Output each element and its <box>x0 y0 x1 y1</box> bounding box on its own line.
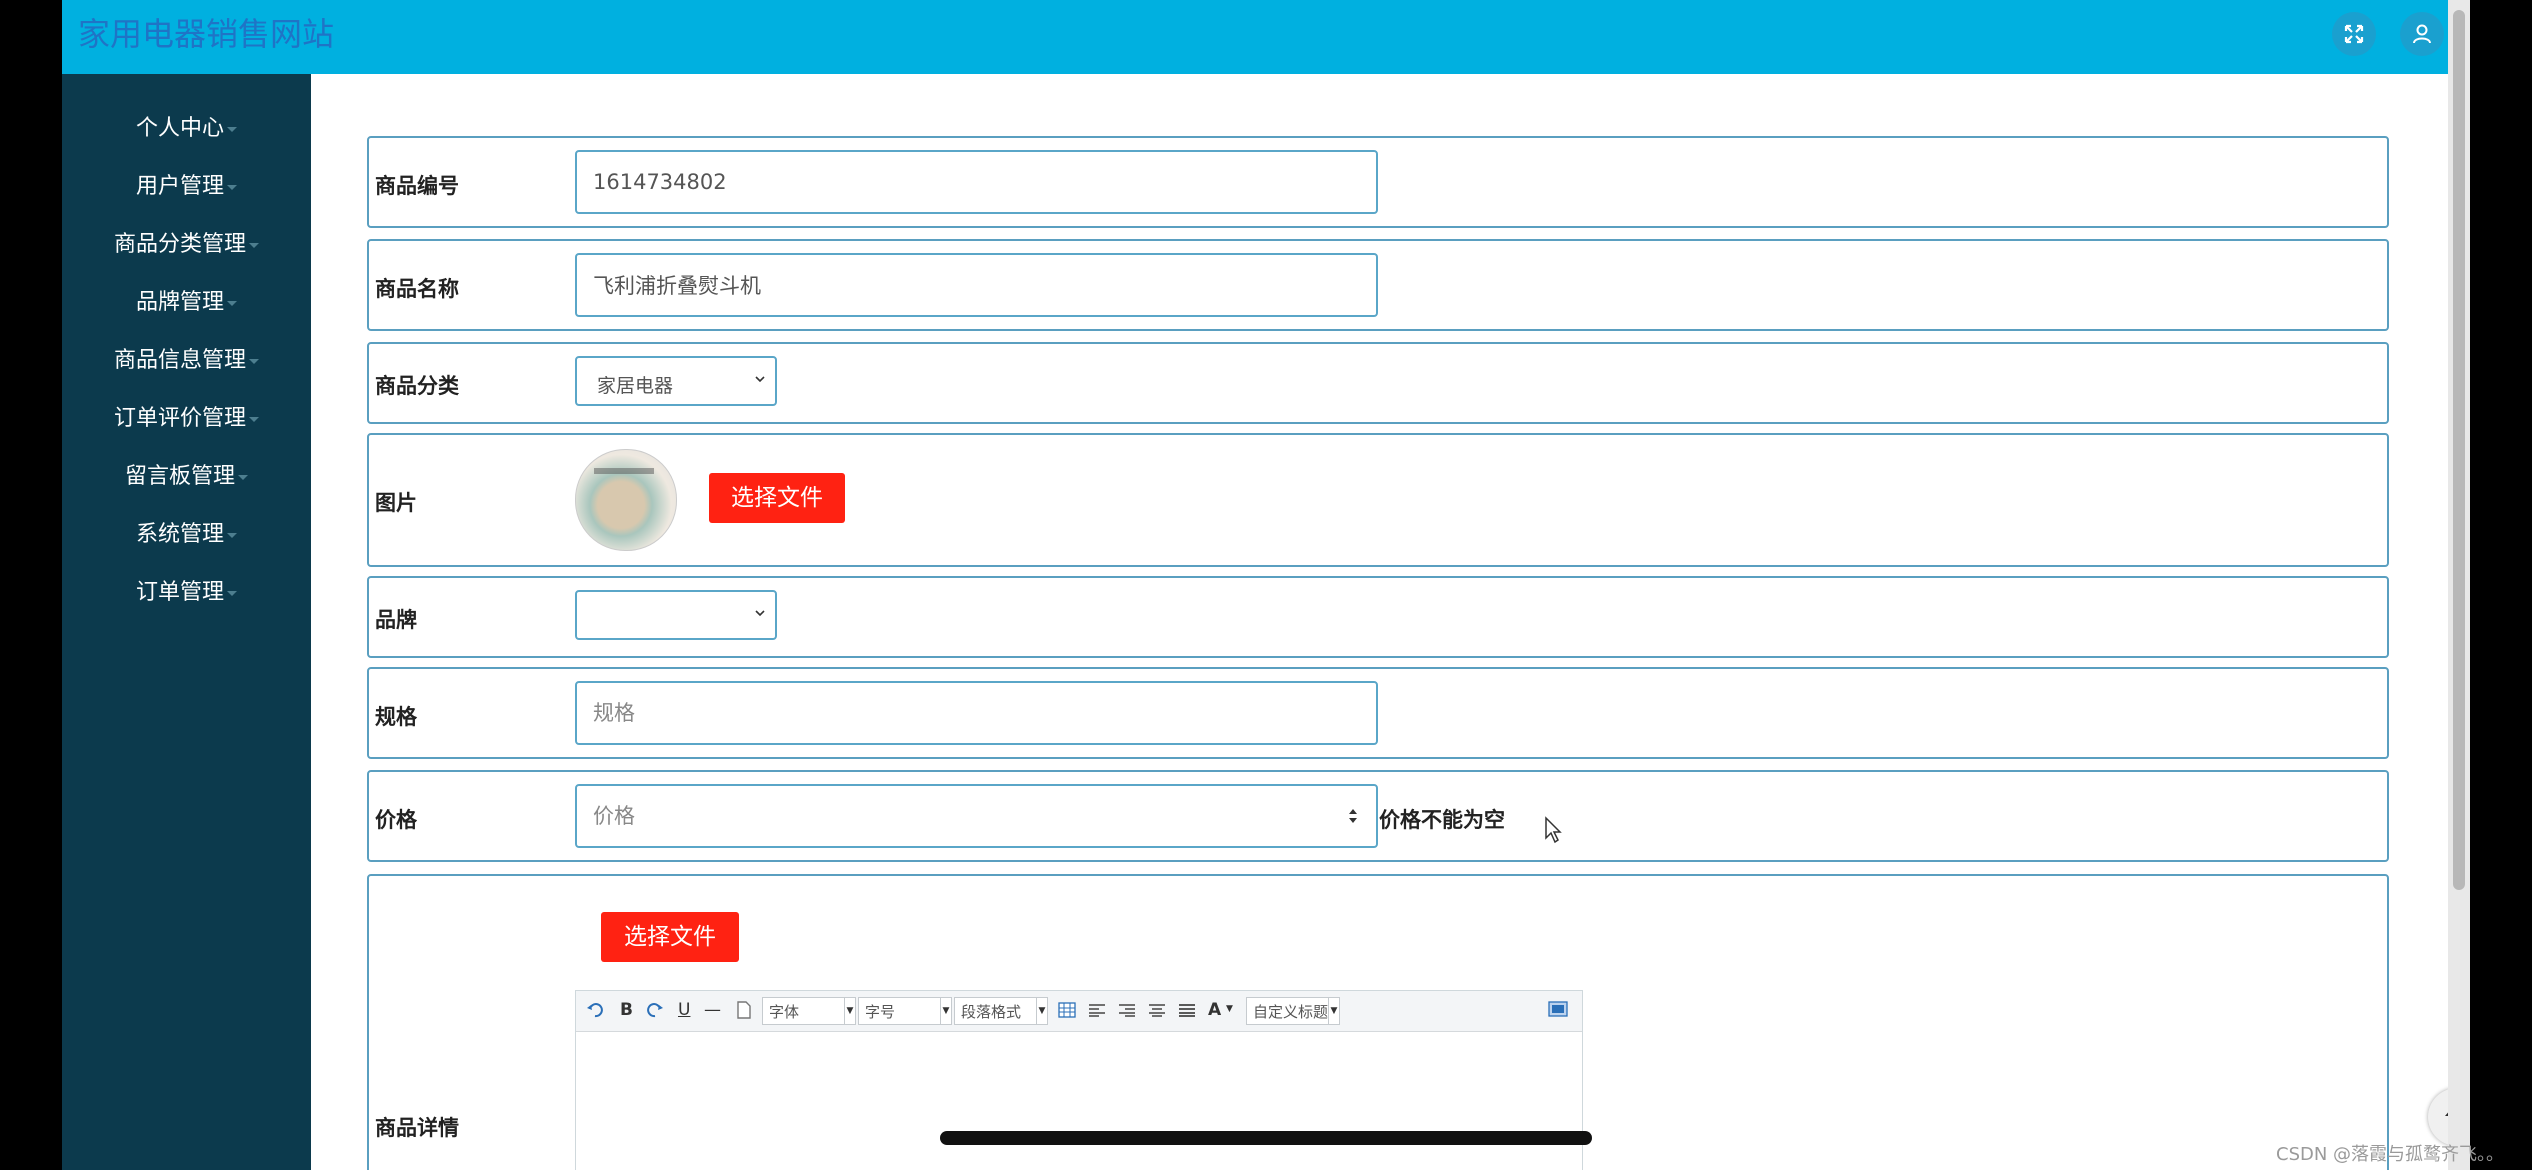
sidebar-item-label: 品牌管理 <box>135 290 224 315</box>
caret-down-icon <box>249 358 259 364</box>
sidebar-item-category-management[interactable]: 商品分类管理 <box>62 220 311 270</box>
paragraph-format-label: 段落格式 <box>961 1003 1022 1021</box>
sidebar-item-system-management[interactable]: 系统管理 <box>62 510 311 560</box>
choose-image-file-button[interactable]: 选择文件 <box>709 473 845 523</box>
sidebar-item-review-management[interactable]: 订单评价管理 <box>62 394 311 444</box>
mouse-cursor-icon <box>1545 816 1562 844</box>
home-indicator-bar <box>940 1131 1592 1145</box>
sidebar-item-label: 商品分类管理 <box>113 232 246 257</box>
dropdown-arrow-icon: ▼ <box>940 998 951 1024</box>
brand-select[interactable] <box>575 590 777 640</box>
caret-down-icon <box>227 300 237 306</box>
user-icon[interactable] <box>2400 12 2444 56</box>
image-label: 图片 <box>375 491 417 515</box>
sidebar-item-label: 订单评价管理 <box>113 406 246 431</box>
caret-down-icon <box>238 474 248 480</box>
sidebar-item-label: 个人中心 <box>135 116 224 141</box>
font-family-select[interactable]: 字体 ▼ <box>762 997 856 1025</box>
form-row-image: 图片 选择文件 <box>367 433 2389 567</box>
vertical-scrollbar[interactable] <box>2448 0 2470 1170</box>
sidebar: 个人中心 用户管理 商品分类管理 品牌管理 商品信息管理 订单评价管理 留言板管… <box>62 74 311 1170</box>
product-image-thumbnail <box>575 449 677 551</box>
sidebar-item-brand-management[interactable]: 品牌管理 <box>62 278 311 328</box>
product-name-input[interactable] <box>575 253 1378 317</box>
watermark-text: CSDN @落霞与孤鹜齐飞。。 <box>2276 1144 2505 1165</box>
sidebar-item-label: 商品信息管理 <box>113 348 246 373</box>
price-label: 价格 <box>375 808 417 832</box>
category-label: 商品分类 <box>375 374 459 398</box>
table-icon[interactable] <box>1058 1002 1076 1018</box>
caret-down-icon <box>227 590 237 596</box>
font-color-button[interactable]: A <box>1208 1000 1221 1020</box>
sidebar-item-label: 留言板管理 <box>124 464 235 489</box>
sidebar-item-message-board[interactable]: 留言板管理 <box>62 452 311 502</box>
bold-button[interactable]: B <box>620 1000 633 1020</box>
form-row-brand: 品牌 <box>367 576 2389 658</box>
undo-icon[interactable] <box>586 1001 604 1019</box>
font-size-label: 字号 <box>865 1003 896 1021</box>
number-spinner-icon[interactable] <box>1347 804 1359 828</box>
scrollbar-thumb[interactable] <box>2453 10 2465 890</box>
chevron-down-icon <box>755 376 765 383</box>
form-row-product-id: 商品编号 <box>367 136 2389 228</box>
top-bar: 家用电器销售网站 <box>62 0 2448 74</box>
dropdown-arrow-icon: ▼ <box>844 998 855 1024</box>
category-select[interactable]: 家居电器 <box>575 356 777 406</box>
form-row-details: 商品详情 选择文件 B U — 字体 ▼ 字号 ▼ 段落格式 ▼ A ▼ 自定义… <box>367 874 2389 1170</box>
font-color-dropdown-icon[interactable]: ▼ <box>1226 1004 1233 1014</box>
sidebar-item-label: 订单管理 <box>135 580 224 605</box>
brand-label: 品牌 <box>375 608 417 632</box>
align-right-icon[interactable] <box>1118 1003 1136 1017</box>
form-row-price: 价格 价格不能为空 <box>367 770 2389 862</box>
app-window: 家用电器销售网站 个人中心 用户管理 商品分类管理 品牌管理 商品信息管理 订单… <box>62 0 2448 1170</box>
form-row-category: 商品分类 家居电器 <box>367 342 2389 424</box>
caret-down-icon <box>227 126 237 132</box>
product-id-label: 商品编号 <box>375 174 459 198</box>
dropdown-arrow-icon: ▼ <box>1328 998 1339 1024</box>
font-family-label: 字体 <box>769 1003 800 1021</box>
main-content: 商品编号 商品名称 商品分类 家居电器 图片 选择文件 品牌 <box>311 74 2448 1170</box>
caret-down-icon <box>227 532 237 538</box>
caret-down-icon <box>249 416 259 422</box>
sidebar-item-order-management[interactable]: 订单管理 <box>62 568 311 618</box>
source-code-icon[interactable] <box>1548 1001 1568 1019</box>
form-row-spec: 规格 <box>367 667 2389 759</box>
custom-title-label: 自定义标题 <box>1253 1003 1329 1021</box>
details-label: 商品详情 <box>375 1116 459 1140</box>
product-name-label: 商品名称 <box>375 277 459 301</box>
category-selected-value: 家居电器 <box>597 375 674 397</box>
horizontal-rule-button[interactable]: — <box>704 1000 721 1020</box>
sidebar-item-label: 系统管理 <box>135 522 224 547</box>
align-justify-icon[interactable] <box>1178 1003 1196 1017</box>
document-icon[interactable] <box>736 1001 752 1019</box>
price-error-message: 价格不能为空 <box>1379 808 1505 832</box>
fullscreen-icon[interactable] <box>2332 12 2376 56</box>
form-row-product-name: 商品名称 <box>367 239 2389 331</box>
caret-down-icon <box>227 184 237 190</box>
caret-down-icon <box>249 242 259 248</box>
chevron-down-icon <box>755 610 765 617</box>
sidebar-item-user-management[interactable]: 用户管理 <box>62 162 311 212</box>
spec-input[interactable] <box>575 681 1378 745</box>
price-input[interactable] <box>575 784 1378 848</box>
align-center-icon[interactable] <box>1148 1003 1166 1017</box>
site-title: 家用电器销售网站 <box>78 15 335 53</box>
redo-icon[interactable] <box>646 1001 664 1019</box>
choose-details-file-button[interactable]: 选择文件 <box>601 912 739 962</box>
editor-toolbar: B U — 字体 ▼ 字号 ▼ 段落格式 ▼ A ▼ 自定义标题 ▼ <box>576 991 1582 1032</box>
paragraph-format-select[interactable]: 段落格式 ▼ <box>954 997 1048 1025</box>
sidebar-item-personal-center[interactable]: 个人中心 <box>62 104 311 154</box>
underline-button[interactable]: U <box>678 1000 690 1020</box>
custom-title-select[interactable]: 自定义标题 ▼ <box>1246 997 1340 1025</box>
spec-label: 规格 <box>375 705 417 729</box>
dropdown-arrow-icon: ▼ <box>1036 998 1047 1024</box>
font-size-select[interactable]: 字号 ▼ <box>858 997 952 1025</box>
align-left-icon[interactable] <box>1088 1003 1106 1017</box>
sidebar-item-product-management[interactable]: 商品信息管理 <box>62 336 311 386</box>
product-id-input[interactable] <box>575 150 1378 214</box>
sidebar-item-label: 用户管理 <box>135 174 224 199</box>
